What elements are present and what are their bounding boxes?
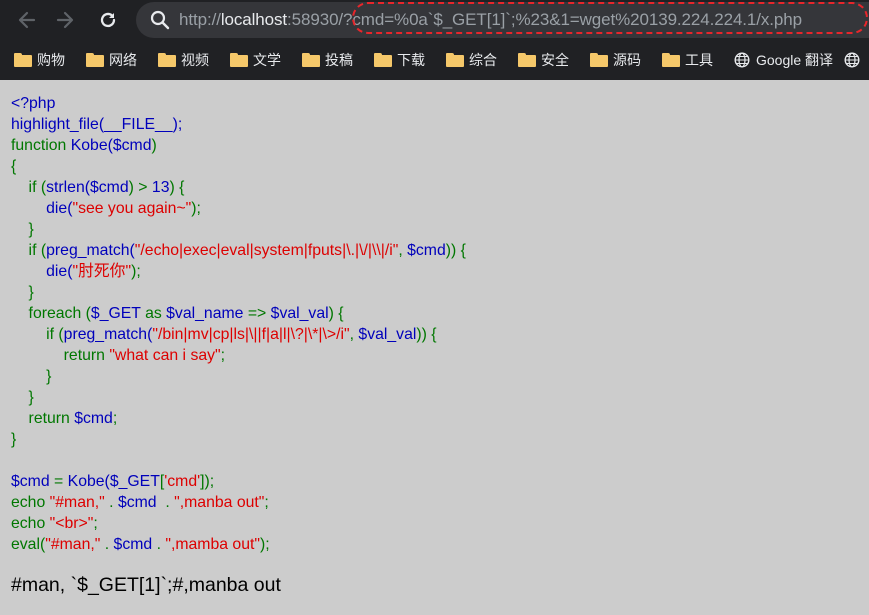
globe-icon	[734, 52, 750, 68]
folder-icon	[302, 53, 320, 67]
folder-icon	[14, 53, 32, 67]
arrow-left-icon	[18, 11, 36, 29]
bookmarks-bar: 购物 网络 视频 文学 投稿 下载 综合 安全 源码 工具 Google 翻译	[0, 42, 869, 78]
page-output-text: #man, `$_GET[1]`;#,manba out	[11, 574, 281, 596]
code-line: if (preg_match("/bin|mv|cp|ls|\||f|a|l|\…	[11, 326, 437, 343]
code-line: return "what can i say";	[11, 347, 226, 364]
bookmark-google-translate[interactable]: Google 翻译	[720, 46, 840, 74]
php-source-code: <?php highlight_file(__FILE__); function…	[11, 93, 466, 555]
code-line: return $cmd;	[11, 410, 118, 427]
bookmark-overflow[interactable]	[840, 46, 869, 74]
reload-button[interactable]	[94, 6, 122, 34]
bookmark-folder-network[interactable]: 网络	[72, 46, 144, 74]
search-icon	[150, 10, 170, 30]
folder-icon	[86, 53, 104, 67]
code-line: echo "<br>";	[11, 515, 98, 532]
folder-icon	[590, 53, 608, 67]
code-line: $cmd = Kobe($_GET['cmd']);	[11, 473, 215, 490]
bookmark-folder-submit[interactable]: 投稿	[288, 46, 360, 74]
folder-icon	[518, 53, 536, 67]
folder-icon	[374, 53, 392, 67]
code-line: foreach ($_GET as $val_name => $val_val)…	[11, 305, 344, 322]
code-line: {	[11, 158, 17, 175]
folder-icon	[230, 53, 248, 67]
page-content: <?php highlight_file(__FILE__); function…	[0, 80, 869, 615]
bookmark-folder-source[interactable]: 源码	[576, 46, 648, 74]
code-line: }	[11, 431, 17, 448]
arrow-right-icon	[56, 11, 74, 29]
code-line: }	[11, 368, 52, 385]
globe-icon	[844, 52, 860, 68]
code-line: echo "#man," . $cmd . ",manba out";	[11, 494, 269, 511]
code-line: eval("#man," . $cmd . ",mamba out");	[11, 536, 270, 553]
bookmark-folder-literature[interactable]: 文学	[216, 46, 288, 74]
code-line: die("肘死你");	[46, 263, 141, 280]
code-line: function Kobe($cmd)	[11, 137, 157, 154]
folder-icon	[662, 53, 680, 67]
code-line: highlight_file(__FILE__);	[11, 116, 183, 133]
forward-button[interactable]	[51, 6, 79, 34]
browser-chrome: http://localhost:58930/?cmd=%0a`$_GET[1]…	[0, 0, 869, 80]
bookmark-folder-video[interactable]: 视频	[144, 46, 216, 74]
bookmark-folder-download[interactable]: 下载	[360, 46, 432, 74]
reload-icon	[100, 12, 116, 28]
code-line: }	[11, 221, 34, 238]
code-line: }	[11, 284, 34, 301]
code-line: }	[11, 389, 34, 406]
bookmark-folder-tools[interactable]: 工具	[648, 46, 720, 74]
code-line: die("see you again~");	[46, 200, 201, 217]
code-line: if (strlen($cmd) > 13) {	[11, 179, 185, 196]
address-bar[interactable]: http://localhost:58930/?cmd=%0a`$_GET[1]…	[136, 2, 869, 38]
code-line: if (preg_match("/echo|exec|eval|system|f…	[11, 242, 466, 259]
folder-icon	[446, 53, 464, 67]
folder-icon	[158, 53, 176, 67]
back-button[interactable]	[13, 6, 41, 34]
bookmark-folder-shopping[interactable]: 购物	[0, 46, 72, 74]
code-line: <?php	[11, 95, 56, 112]
url-text[interactable]: http://localhost:58930/?cmd=%0a`$_GET[1]…	[179, 10, 802, 30]
bookmark-folder-general[interactable]: 综合	[432, 46, 504, 74]
navigation-bar: http://localhost:58930/?cmd=%0a`$_GET[1]…	[0, 0, 869, 40]
bookmark-folder-security[interactable]: 安全	[504, 46, 576, 74]
